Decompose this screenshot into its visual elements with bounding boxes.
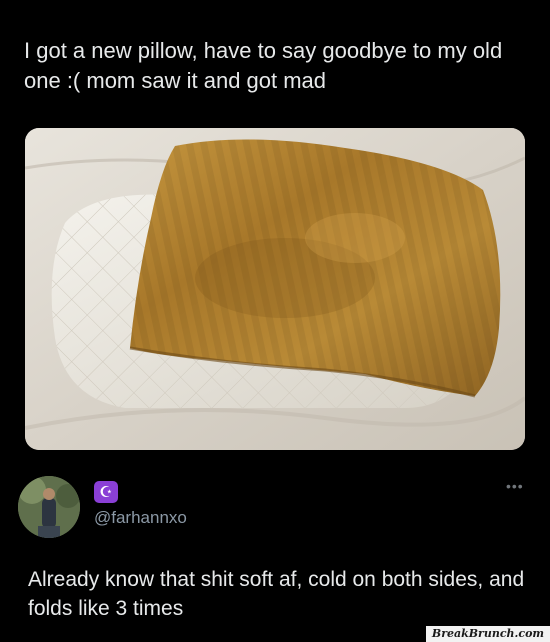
crescent-badge-icon: ☪ bbox=[94, 481, 118, 503]
reply-text: Already know that shit soft af, cold on … bbox=[28, 568, 525, 620]
avatar-image bbox=[18, 476, 80, 538]
avatar[interactable] bbox=[18, 476, 80, 538]
user-handle[interactable]: @farhannxo bbox=[94, 508, 187, 528]
pillow-photo[interactable] bbox=[25, 128, 525, 450]
post-text: I got a new pillow, have to say goodbye … bbox=[24, 38, 503, 93]
pillow-illustration bbox=[25, 128, 525, 450]
more-options-icon[interactable]: ••• bbox=[506, 478, 524, 494]
watermark: BreakBrunch.com bbox=[426, 626, 550, 642]
